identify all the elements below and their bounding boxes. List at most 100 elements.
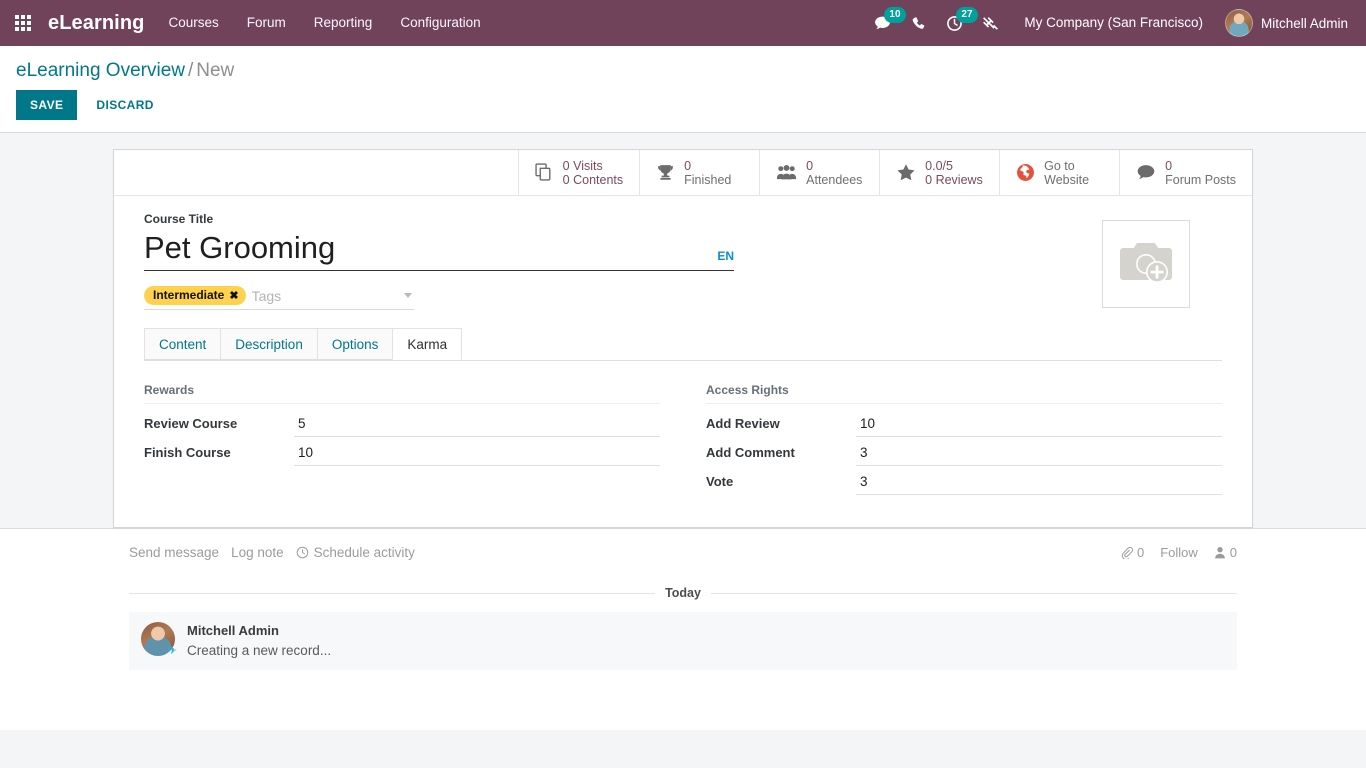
tab-content[interactable]: Content — [144, 328, 221, 360]
voip-phone-button[interactable] — [900, 0, 936, 46]
stat-text: Go to Website — [1044, 159, 1089, 187]
main-menu: Courses Forum Reporting Configuration — [154, 0, 494, 46]
field-row-add-review: Add Review 10 — [706, 410, 1222, 437]
developer-tools-menu[interactable] — [972, 0, 1008, 46]
chevron-down-icon[interactable] — [404, 293, 412, 298]
label-add-comment: Add Comment — [706, 439, 856, 466]
chatter-toolbar: Send message Log note Schedule activity … — [129, 541, 1237, 564]
stat-text: 0 Attendees — [806, 159, 862, 187]
date-separator: Today — [129, 586, 1237, 600]
attachments-button[interactable]: 0 — [1120, 545, 1144, 560]
attendees-group-icon — [776, 163, 797, 182]
camera-add-icon — [1117, 239, 1175, 289]
tags-field[interactable]: Intermediate ✖ Tags — [144, 286, 414, 310]
message-author-avatar: ✈ — [141, 622, 175, 656]
trophy-icon — [656, 163, 675, 182]
stat-finished-label: Finished — [684, 173, 731, 187]
globe-website-icon — [1016, 163, 1035, 182]
schedule-activity-label: Schedule activity — [314, 545, 415, 560]
tab-description[interactable]: Description — [220, 328, 318, 360]
send-message-button[interactable]: Send message — [129, 541, 231, 564]
input-review-course[interactable]: 5 — [294, 411, 660, 437]
stat-button-visits-contents[interactable]: 0 Visits 0 Contents — [519, 150, 640, 195]
form-left-column: Course Title EN Intermediate ✖ Tags — [144, 212, 1102, 310]
stat-button-attendees[interactable]: 0 Attendees — [760, 150, 880, 195]
followers-count: 0 — [1230, 545, 1237, 560]
course-title-label: Course Title — [144, 212, 1102, 226]
stat-visits-value: 0 Visits — [563, 159, 623, 173]
schedule-activity-button[interactable]: Schedule activity — [296, 541, 427, 564]
save-button[interactable]: SAVE — [16, 90, 77, 120]
notebook-page-karma: Rewards Review Course 5 Finish Course 10… — [144, 361, 1222, 527]
company-switcher[interactable]: My Company (San Francisco) — [1008, 0, 1219, 46]
close-x-icon[interactable]: ✖ — [229, 289, 238, 302]
top-navbar: eLearning Courses Forum Reporting Config… — [0, 0, 1366, 46]
input-add-comment[interactable]: 3 — [856, 440, 1222, 466]
activities-menu[interactable]: 27 — [936, 0, 972, 46]
stat-rating-value: 0.0/5 — [925, 159, 983, 173]
breadcrumb-separator: / — [185, 60, 196, 81]
stat-reviews-value: 0 Reviews — [925, 173, 983, 187]
stat-text: 0 Finished — [684, 159, 731, 187]
breadcrumb-root-link[interactable]: eLearning Overview — [16, 60, 185, 81]
control-panel: eLearning Overview/New SAVE DISCARD — [0, 46, 1366, 133]
tab-options[interactable]: Options — [317, 328, 394, 360]
stat-text: 0 Forum Posts — [1165, 159, 1236, 187]
user-menu[interactable]: Mitchell Admin — [1219, 0, 1354, 46]
star-icon — [896, 163, 916, 182]
group-rewards: Rewards Review Course 5 Finish Course 10 — [144, 383, 660, 497]
group-rewards-title: Rewards — [144, 383, 660, 404]
wrench-tools-icon — [982, 15, 999, 32]
notebook-tabs: Content Description Options Karma — [144, 328, 1222, 361]
label-review-course: Review Course — [144, 410, 294, 437]
menu-item-forum[interactable]: Forum — [233, 0, 300, 46]
followers-button[interactable]: 0 — [1214, 545, 1237, 560]
input-vote[interactable]: 3 — [856, 469, 1222, 495]
breadcrumb: eLearning Overview/New — [16, 56, 1350, 86]
discard-button[interactable]: DISCARD — [85, 90, 164, 120]
follow-button[interactable]: Follow — [1160, 545, 1198, 560]
course-title-input[interactable] — [144, 227, 707, 269]
group-access-rights: Access Rights Add Review 10 Add Comment … — [706, 383, 1222, 497]
log-note-button[interactable]: Log note — [231, 541, 296, 564]
tag-label: Intermediate — [153, 288, 224, 302]
stat-attendees-label: Attendees — [806, 173, 862, 187]
label-add-review: Add Review — [706, 410, 856, 437]
translate-language-link[interactable]: EN — [717, 249, 734, 269]
user-name-label: Mitchell Admin — [1261, 16, 1348, 31]
stat-text: 0.0/5 0 Reviews — [925, 159, 983, 187]
chatter-inner: Send message Log note Schedule activity … — [113, 541, 1253, 670]
stat-button-reviews[interactable]: 0.0/5 0 Reviews — [880, 150, 1000, 195]
input-finish-course[interactable]: 10 — [294, 440, 660, 466]
date-separator-label: Today — [665, 586, 701, 600]
stat-attendees-count: 0 — [806, 159, 862, 173]
stat-button-finished[interactable]: 0 Finished — [640, 150, 760, 195]
field-row-review-course: Review Course 5 — [144, 410, 660, 437]
separator-line-right — [711, 593, 1237, 594]
record-sheet: 0 Visits 0 Contents 0 Finished — [113, 149, 1253, 528]
tab-karma[interactable]: Karma — [392, 328, 462, 360]
pages-copy-icon — [535, 163, 554, 182]
stat-button-go-to-website[interactable]: Go to Website — [1000, 150, 1120, 195]
menu-item-reporting[interactable]: Reporting — [300, 0, 387, 46]
menu-item-configuration[interactable]: Configuration — [386, 0, 494, 46]
menu-item-courses[interactable]: Courses — [154, 0, 232, 46]
app-brand-elearning[interactable]: eLearning — [46, 0, 154, 46]
stat-forum-label: Forum Posts — [1165, 173, 1236, 187]
input-add-review[interactable]: 10 — [856, 411, 1222, 437]
sheet-wrapper: 0 Visits 0 Contents 0 Finished — [0, 133, 1366, 528]
paperclip-icon — [1120, 546, 1133, 559]
notebook: Content Description Options Karma Reward… — [144, 328, 1222, 527]
messages-menu[interactable]: 10 — [864, 0, 900, 46]
field-row-add-comment: Add Comment 3 — [706, 439, 1222, 466]
course-image-upload[interactable] — [1102, 220, 1190, 308]
tags-placeholder: Tags — [246, 288, 404, 304]
clock-icon — [296, 546, 309, 559]
stat-button-forum-posts[interactable]: 0 Forum Posts — [1120, 150, 1252, 195]
navbar-right-area: 10 27 My Company (San Francisco) Mitchel… — [864, 0, 1354, 46]
attachment-count: 0 — [1137, 545, 1144, 560]
tag-intermediate[interactable]: Intermediate ✖ — [144, 286, 246, 305]
apps-menu-icon[interactable] — [0, 0, 46, 46]
form-view: 0 Visits 0 Contents 0 Finished — [0, 133, 1366, 768]
group-access-rights-title: Access Rights — [706, 383, 1222, 404]
